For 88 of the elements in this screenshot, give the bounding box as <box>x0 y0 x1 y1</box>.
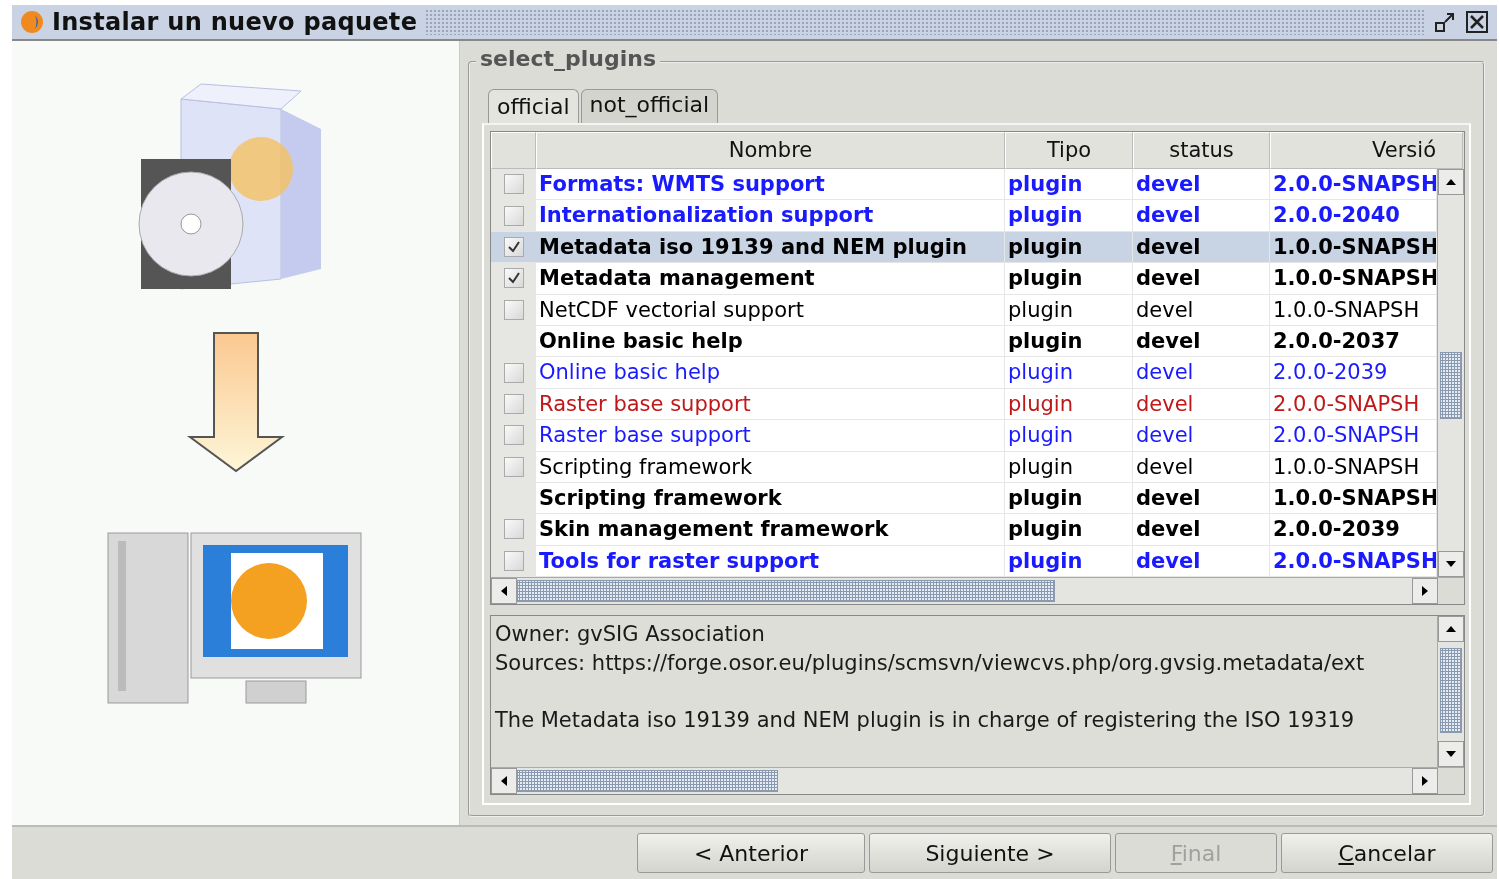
table-cell: Metadata management <box>536 263 1005 294</box>
table-cell: plugin <box>1005 514 1133 545</box>
scroll-thumb[interactable] <box>1440 647 1462 733</box>
table-row[interactable]: Metadata iso 19139 and NEM plugin plugin devel 1.0.0-SNAPSH <box>491 231 1437 264</box>
vertical-scrollbar[interactable] <box>1437 169 1464 578</box>
table-cell: plugin <box>1005 420 1133 451</box>
scroll-thumb[interactable] <box>517 580 1055 603</box>
scroll-thumb[interactable] <box>1440 352 1462 419</box>
column-header[interactable]: Versió <box>1270 132 1463 169</box>
table-cell: plugin <box>1005 325 1133 357</box>
app-logo-icon <box>20 10 44 34</box>
column-header[interactable]: Tipo <box>1005 132 1133 169</box>
table-cell: plugin <box>1005 357 1133 388</box>
table-cell: Internationalization support <box>536 200 1005 231</box>
scrollbar-corner <box>1438 578 1464 605</box>
table-row[interactable]: Metadata management plugin devel 1.0.0-SNAPSH <box>491 263 1437 295</box>
table-cell: plugin <box>1005 169 1133 200</box>
down-arrow-icon <box>185 331 286 473</box>
table-cell: devel <box>1133 200 1270 231</box>
tab[interactable]: official <box>488 89 579 123</box>
column-header[interactable]: status <box>1133 132 1270 169</box>
table-row[interactable]: Raster base support plugin devel 2.0.0-SNAPSH <box>491 388 1437 421</box>
table-cell: devel <box>1133 545 1270 577</box>
column-header[interactable]: Nombre <box>536 132 1005 169</box>
table-row[interactable]: Formats: WMTS support plugin devel 2.0.0-SNAPSH <box>491 169 1437 201</box>
table-row[interactable]: NetCDF vectorial support plugin devel 1.0.0-SNAPSH <box>491 294 1437 326</box>
table-cell: devel <box>1133 514 1270 545</box>
checkbox[interactable] <box>503 425 524 446</box>
table-row[interactable]: Raster base support plugin devel 2.0.0-SNAPSH <box>491 420 1437 452</box>
table-cell: devel <box>1133 294 1270 325</box>
scroll-thumb[interactable] <box>517 770 778 793</box>
table-cell: NetCDF vectorial support <box>536 294 1005 325</box>
table-cell: devel <box>1133 169 1270 200</box>
table-cell: plugin <box>1005 482 1133 514</box>
table-row[interactable]: Online basic help plugin devel 2.0.0-2039 <box>491 357 1437 389</box>
table-cell: Tools for raster support <box>536 545 1005 577</box>
table-cell: plugin <box>1005 263 1133 294</box>
table-cell: devel <box>1133 357 1270 388</box>
table-cell: plugin <box>1005 451 1133 482</box>
table-cell: plugin <box>1005 294 1133 325</box>
checkbox[interactable] <box>503 268 524 289</box>
checkbox[interactable] <box>503 205 524 226</box>
wizard-button[interactable]: < Anterior <box>637 833 865 873</box>
table-cell: Skin management framework <box>536 514 1005 545</box>
vertical-scrollbar[interactable] <box>1437 616 1464 768</box>
checkbox[interactable] <box>503 550 524 571</box>
table-cell: Formats: WMTS support <box>536 169 1005 200</box>
table-cell: plugin <box>1005 200 1133 231</box>
table-cell: devel <box>1133 263 1270 294</box>
description-text: Sources: https://forge.osor.eu/plugins/scmsvn/viewcvs.php/org.gvsig.metadata/ext <box>495 650 1366 678</box>
table-cell: plugin <box>1005 231 1133 263</box>
table-cell: plugin <box>1005 388 1133 420</box>
table-cell: Scripting framework <box>536 451 1005 482</box>
table-cell: devel <box>1133 325 1270 357</box>
tab[interactable]: not_official <box>580 89 719 123</box>
table-cell: Raster base support <box>536 388 1005 420</box>
checkbox[interactable] <box>503 393 524 414</box>
description-text: The Metadata iso 19139 and NEM plugin is in charge of registering the ISO 19319 <box>495 707 1356 735</box>
table-cell: Scripting framework <box>536 482 1005 514</box>
table-row[interactable]: Scripting framework plugin devel 1.0.0-SNAPSH <box>491 451 1437 483</box>
checkbox[interactable] <box>503 456 524 477</box>
table-cell: devel <box>1133 482 1270 514</box>
checkbox[interactable] <box>503 174 524 195</box>
table-row[interactable]: Scripting framework plugin devel 1.0.0-SNAPSH <box>491 482 1437 515</box>
table-cell: Online basic help <box>536 357 1005 388</box>
table-cell: Online basic help <box>536 325 1005 357</box>
horizontal-scrollbar[interactable] <box>491 577 1464 605</box>
table-row[interactable]: Online basic help plugin devel 2.0.0-2037 <box>491 325 1437 358</box>
horizontal-scrollbar[interactable] <box>491 767 1464 795</box>
window-title: Instalar un nuevo paquete <box>52 8 418 36</box>
description-text: Owner: gvSIG Association <box>495 621 766 649</box>
table-cell: plugin <box>1005 545 1133 577</box>
table-cell: Metadata iso 19139 and NEM plugin <box>536 231 1005 263</box>
table-cell: devel <box>1133 420 1270 451</box>
table-cell: devel <box>1133 388 1270 420</box>
restore-icon[interactable] <box>1433 10 1457 34</box>
checkbox[interactable] <box>503 519 524 540</box>
table-row[interactable]: Skin management framework plugin devel 2.0.0-2039 <box>491 514 1437 546</box>
table-row[interactable]: Internationalization support plugin devel 2.0.0-2040 <box>491 200 1437 232</box>
table-cell: devel <box>1133 451 1270 482</box>
close-icon[interactable] <box>1465 10 1489 34</box>
table-cell: Raster base support <box>536 420 1005 451</box>
checkbox[interactable] <box>503 362 524 383</box>
wizard-button[interactable]: Cancelar <box>1281 833 1493 873</box>
checkbox[interactable] <box>503 236 524 257</box>
wizard-button[interactable]: Siguiente > <box>869 833 1111 873</box>
table-cell: devel <box>1133 231 1270 263</box>
checkbox[interactable] <box>503 299 524 320</box>
